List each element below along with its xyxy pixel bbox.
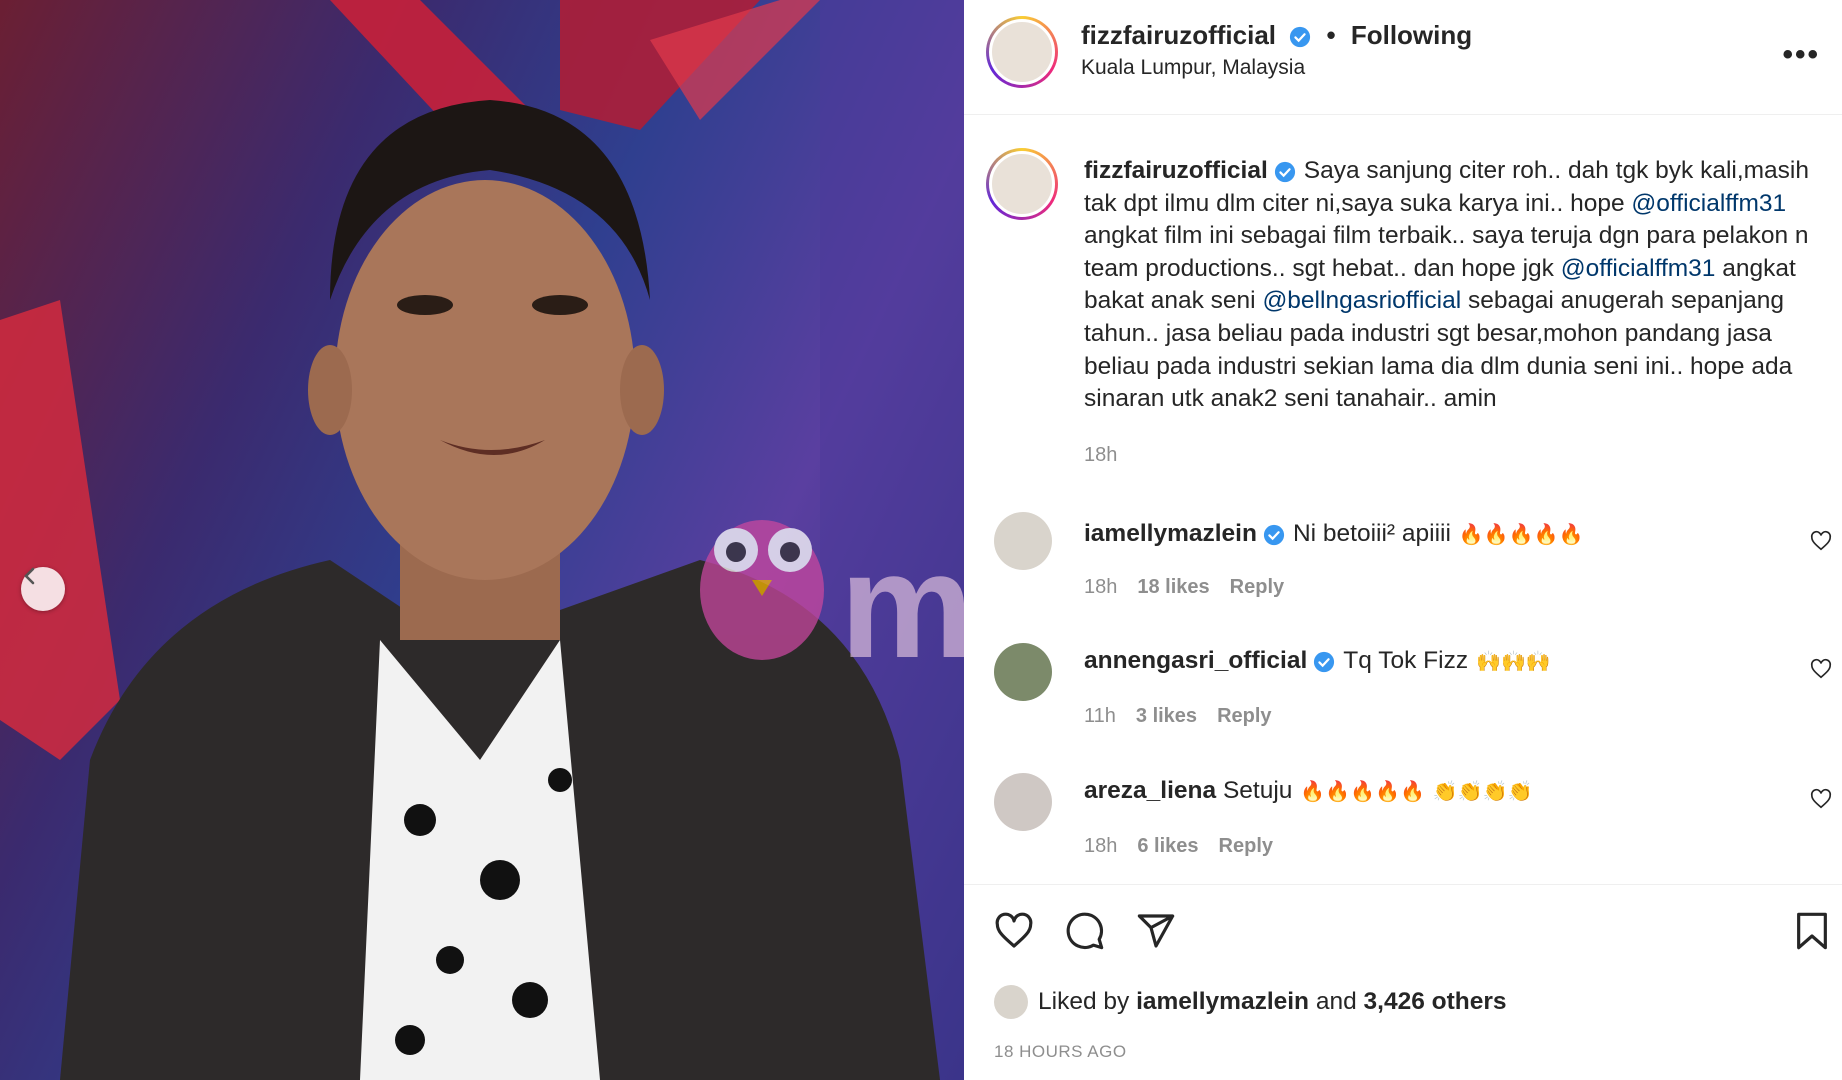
like-comment-heart-icon[interactable] xyxy=(1810,658,1832,680)
commenter-username[interactable]: iamellymazlein xyxy=(1084,520,1257,547)
liker-username[interactable]: iamellymazlein xyxy=(1136,988,1309,1016)
post-age[interactable]: 18 HOURS AGO xyxy=(994,1042,1127,1062)
commenter-avatar[interactable] xyxy=(994,773,1052,831)
caption-timestamp[interactable]: 18h xyxy=(1084,444,1117,467)
reply-button[interactable]: Reply xyxy=(1230,576,1284,598)
likes-summary: Liked by iamellymazlein and 3,426 others xyxy=(994,985,1507,1019)
post-header: fizzfairuzofficial • Following Kuala Lum… xyxy=(964,0,1842,115)
likes-others-count[interactable]: 3,426 others xyxy=(1364,988,1507,1016)
verified-badge-icon xyxy=(1290,27,1311,48)
like-heart-icon[interactable] xyxy=(994,911,1034,951)
comment-text: Ni betoiii² apiiii xyxy=(1292,520,1451,547)
comment-time[interactable]: 11h xyxy=(1084,705,1116,727)
previous-image-button[interactable] xyxy=(21,567,65,611)
post-caption: fizzfairuzofficial Saya sanjung citer ro… xyxy=(1084,155,1824,416)
comment-likes[interactable]: 6 likes xyxy=(1137,835,1198,857)
author-avatar[interactable] xyxy=(986,16,1058,88)
comment-text-row: annengasri_official Tq Tok Fizz 🙌🙌🙌 xyxy=(1084,647,1551,675)
mention-link[interactable]: @officialffm31 xyxy=(1561,255,1716,282)
post-location[interactable]: Kuala Lumpur, Malaysia xyxy=(1081,56,1305,80)
author-username-row: fizzfairuzofficial • Following xyxy=(1081,20,1472,51)
more-options-icon[interactable]: ••• xyxy=(1782,38,1820,72)
comment-likes[interactable]: 18 likes xyxy=(1137,576,1209,598)
commenter-username[interactable]: areza_liena xyxy=(1084,777,1216,804)
mention-link[interactable]: @officialffm31 xyxy=(1631,190,1786,217)
liker-avatar[interactable] xyxy=(994,985,1028,1019)
reply-button[interactable]: Reply xyxy=(1217,705,1271,727)
raised-hands-emoji-icon: 🙌🙌🙌 xyxy=(1476,651,1551,673)
comment-likes[interactable]: 3 likes xyxy=(1136,705,1197,727)
comment-text: Setuju xyxy=(1222,777,1293,804)
watermark-text: murai xyxy=(840,521,964,689)
comment-meta: 18h 6 likes Reply xyxy=(1084,835,1293,858)
commenter-avatar[interactable] xyxy=(994,512,1052,570)
commenter-avatar[interactable] xyxy=(994,643,1052,701)
separator-dot: • xyxy=(1326,20,1336,50)
fire-emoji-icon: 🔥🔥🔥🔥🔥 xyxy=(1300,781,1425,803)
comment-meta: 18h 18 likes Reply xyxy=(1084,576,1304,599)
commenter-username[interactable]: annengasri_official xyxy=(1084,647,1307,674)
comment-bubble-icon[interactable] xyxy=(1065,911,1105,951)
comment-text-row: areza_liena Setuju 🔥🔥🔥🔥🔥 👏👏👏👏 xyxy=(1084,777,1533,805)
chevron-left-icon xyxy=(24,567,35,585)
comment-time[interactable]: 18h xyxy=(1084,576,1117,598)
clapping-emoji-icon: 👏👏👏👏 xyxy=(1432,781,1533,803)
post-action-bar xyxy=(964,884,1842,965)
post-image[interactable]: murai xyxy=(0,0,964,1080)
likes-and: and xyxy=(1315,988,1357,1015)
reply-button[interactable]: Reply xyxy=(1219,835,1273,857)
caption-author-avatar[interactable] xyxy=(986,148,1058,220)
verified-badge-icon xyxy=(1274,161,1295,182)
watermark-owl-icon xyxy=(700,520,824,660)
caption-username[interactable]: fizzfairuzofficial xyxy=(1084,157,1268,184)
verified-badge-icon xyxy=(1314,651,1335,672)
post-side-panel: fizzfairuzofficial • Following Kuala Lum… xyxy=(964,0,1842,1080)
fire-emoji-icon: 🔥🔥🔥🔥🔥 xyxy=(1458,524,1584,546)
author-username[interactable]: fizzfairuzofficial xyxy=(1081,20,1276,50)
like-comment-heart-icon[interactable] xyxy=(1810,530,1832,552)
mention-link[interactable]: @bellngasriofficial xyxy=(1262,287,1461,314)
verified-badge-icon xyxy=(1263,524,1285,545)
share-send-icon[interactable] xyxy=(1136,911,1176,951)
save-bookmark-icon[interactable] xyxy=(1792,911,1832,951)
like-comment-heart-icon[interactable] xyxy=(1810,788,1832,810)
comment-text: Tq Tok Fizz xyxy=(1343,647,1469,674)
comment-text-row: iamellymazlein Ni betoiii² apiiii 🔥🔥🔥🔥🔥 xyxy=(1084,520,1583,548)
comment-meta: 11h 3 likes Reply xyxy=(1084,705,1292,728)
likes-prefix: Liked by xyxy=(1038,988,1130,1015)
follow-status-button[interactable]: Following xyxy=(1351,20,1472,50)
comment-time[interactable]: 18h xyxy=(1084,835,1117,857)
post-photo-illustration xyxy=(0,0,964,1080)
